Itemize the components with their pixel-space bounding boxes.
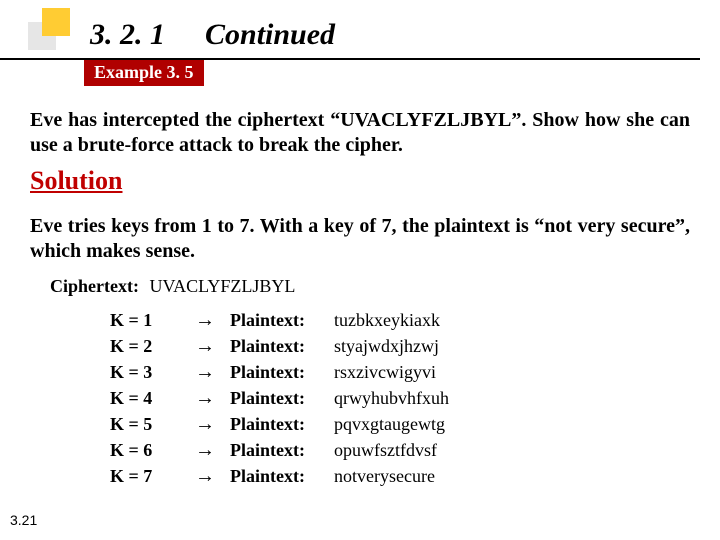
- example-subheader: Example 3. 5: [0, 60, 720, 90]
- plaintext-label: Plaintext:: [230, 414, 330, 435]
- table-row: K = 1→Plaintext:tuzbkxeykiaxk: [110, 309, 680, 332]
- plaintext-value: rsxzivcwigyvi: [334, 362, 436, 383]
- solution-heading: Solution: [30, 166, 690, 196]
- table-row: K = 2→Plaintext:styajwdxjhzwj: [110, 335, 680, 358]
- table-row: K = 7→Plaintext:notverysecure: [110, 465, 680, 488]
- arrow-icon: →: [180, 439, 230, 462]
- key-value: K = 7: [110, 466, 180, 487]
- plaintext-value: styajwdxjhzwj: [334, 336, 439, 357]
- section-title: Continued: [205, 18, 335, 52]
- plaintext-label: Plaintext:: [230, 362, 330, 383]
- cipher-block: Ciphertext: UVACLYFZLJBYL K = 1→Plaintex…: [50, 276, 680, 488]
- key-value: K = 5: [110, 414, 180, 435]
- key-value: K = 3: [110, 362, 180, 383]
- arrow-icon: →: [180, 309, 230, 332]
- plaintext-value: qrwyhubvhfxuh: [334, 388, 449, 409]
- arrow-icon: →: [180, 335, 230, 358]
- plaintext-label: Plaintext:: [230, 388, 330, 409]
- plaintext-value: pqvxgtaugewtg: [334, 414, 445, 435]
- slide-header: 3. 2. 1 Continued: [0, 0, 700, 60]
- arrow-icon: →: [180, 387, 230, 410]
- arrow-icon: →: [180, 413, 230, 436]
- arrow-icon: →: [180, 465, 230, 488]
- section-number: 3. 2. 1: [90, 18, 165, 52]
- plaintext-value: opuwfsztfdvsf: [334, 440, 437, 461]
- plaintext-label: Plaintext:: [230, 440, 330, 461]
- table-row: K = 4→Plaintext:qrwyhubvhfxuh: [110, 387, 680, 410]
- plaintext-label: Plaintext:: [230, 336, 330, 357]
- solution-explanation: Eve tries keys from 1 to 7. With a key o…: [30, 214, 690, 264]
- table-row: K = 3→Plaintext:rsxzivcwigyvi: [110, 361, 680, 384]
- page-number: 3.21: [10, 512, 37, 528]
- plaintext-label: Plaintext:: [230, 310, 330, 331]
- ciphertext-line: Ciphertext: UVACLYFZLJBYL: [50, 276, 680, 297]
- arrow-icon: →: [180, 361, 230, 384]
- problem-statement: Eve has intercepted the ciphertext “UVAC…: [30, 108, 690, 158]
- example-badge: Example 3. 5: [84, 60, 204, 86]
- key-value: K = 6: [110, 440, 180, 461]
- table-row: K = 6→Plaintext:opuwfsztfdvsf: [110, 439, 680, 462]
- ciphertext-label: Ciphertext:: [50, 276, 139, 296]
- key-value: K = 4: [110, 388, 180, 409]
- plaintext-value: tuzbkxeykiaxk: [334, 310, 440, 331]
- brute-force-table: K = 1→Plaintext:tuzbkxeykiaxkK = 2→Plain…: [110, 309, 680, 488]
- ciphertext-value: UVACLYFZLJBYL: [149, 276, 295, 296]
- key-value: K = 1: [110, 310, 180, 331]
- plaintext-label: Plaintext:: [230, 466, 330, 487]
- plaintext-value: notverysecure: [334, 466, 435, 487]
- table-row: K = 5→Plaintext:pqvxgtaugewtg: [110, 413, 680, 436]
- key-value: K = 2: [110, 336, 180, 357]
